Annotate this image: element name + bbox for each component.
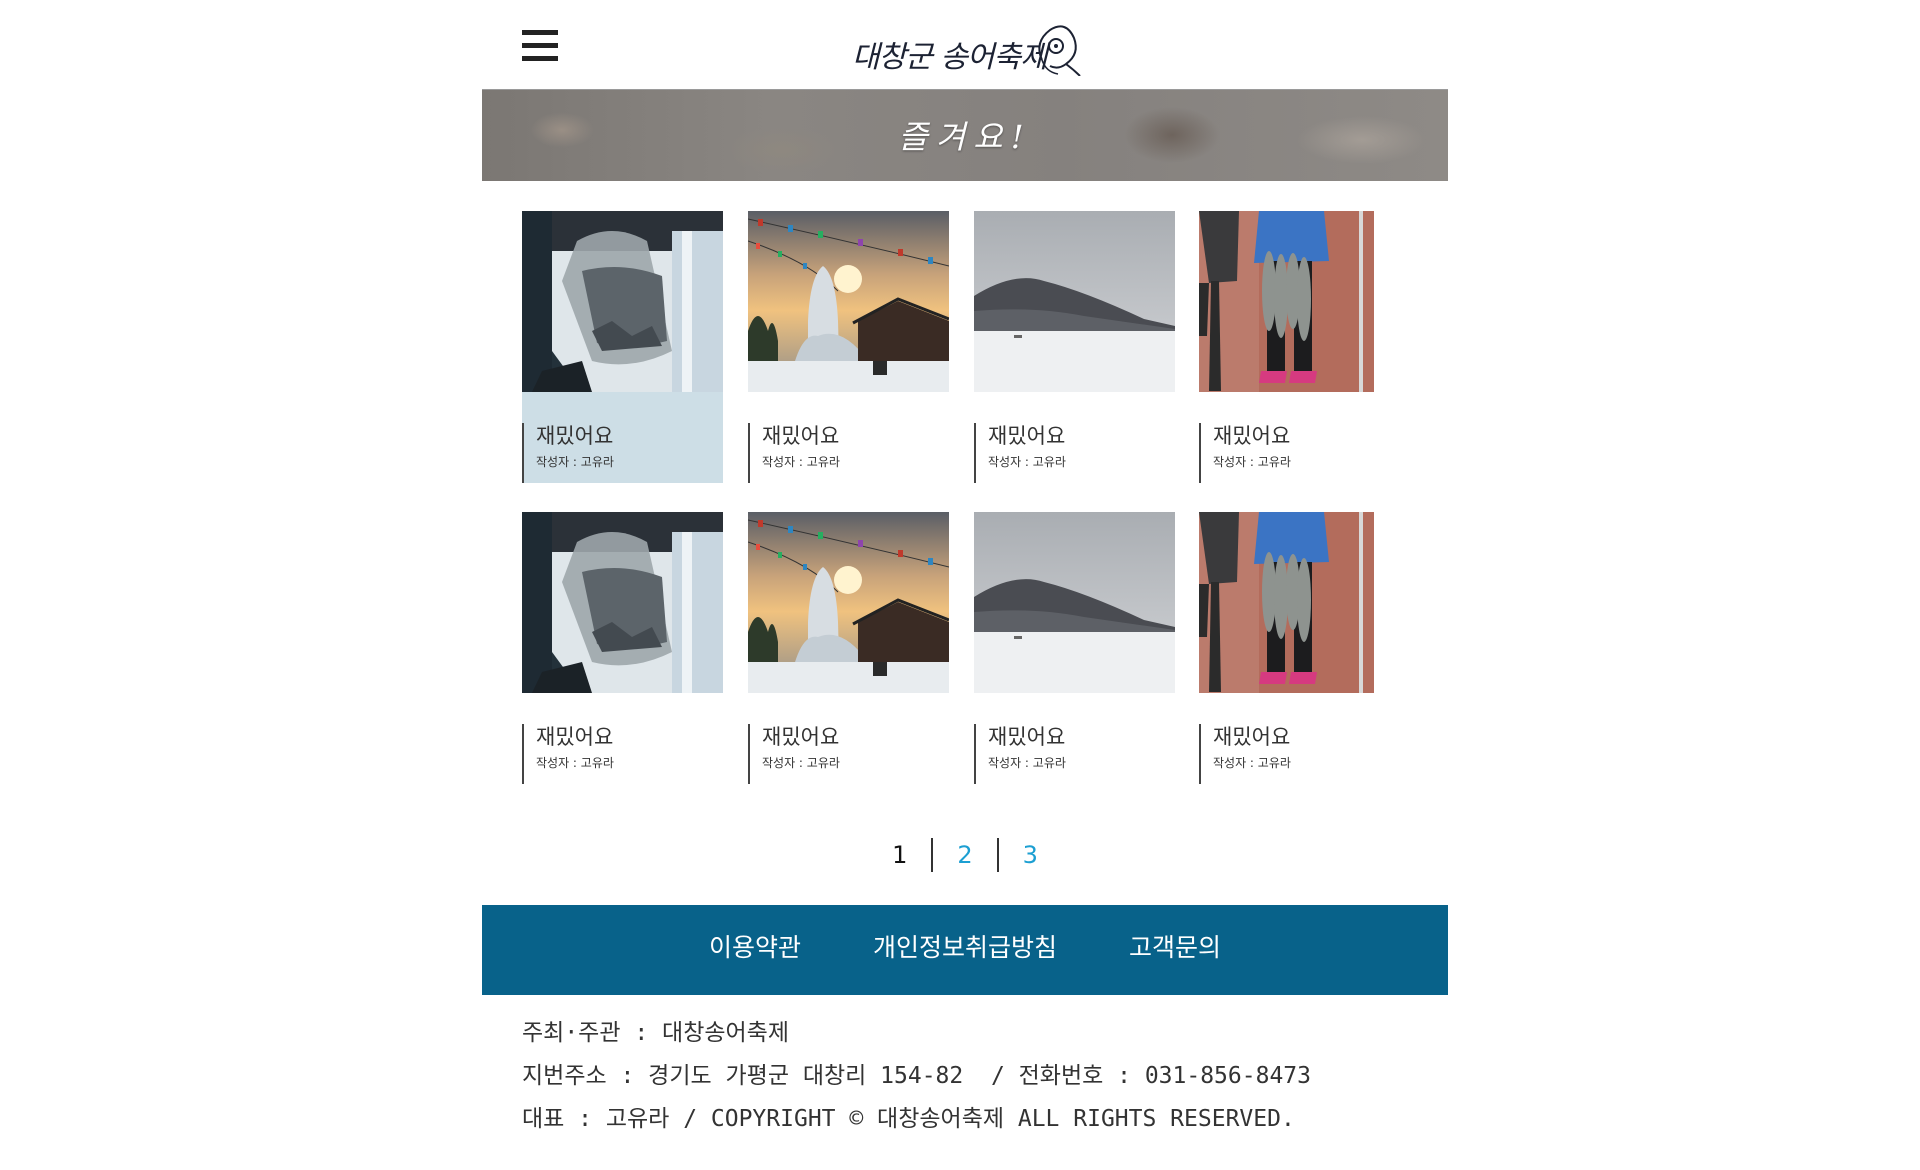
card-info: 재밌어요 작성자 : 고유라 (522, 423, 721, 483)
fish-catch-photo[interactable] (1199, 211, 1400, 392)
terms-link[interactable]: 이용약관 (709, 905, 801, 991)
card-author: 작성자 : 고유라 (1213, 756, 1291, 770)
footer-address-phone: 지번주소 : 경기도 가평군 대창리 154-82 / 전화번호 : 031-8… (522, 1063, 1311, 1089)
page-1-link[interactable]: 1 (868, 838, 931, 872)
footer-info: 주최·주관 : 대창송어축제 지번주소 : 경기도 가평군 대창리 154-82… (522, 1012, 1311, 1141)
card-info: 재밌어요 작성자 : 고유라 (748, 724, 947, 784)
card-author: 작성자 : 고유라 (762, 455, 840, 469)
bag-of-fish-photo[interactable] (522, 211, 723, 392)
gallery-card[interactable]: 재밌어요 작성자 : 고유라 (1199, 512, 1400, 784)
card-title[interactable]: 재밌어요 (536, 724, 721, 750)
gallery-card[interactable]: 재밌어요 작성자 : 고유라 (1199, 211, 1400, 483)
card-info: 재밌어요 작성자 : 고유라 (1199, 724, 1398, 784)
footer-nav: 이용약관 개인정보취급방침 고객문의 (482, 905, 1448, 995)
ice-sculpture-sunset-photo[interactable] (748, 211, 949, 392)
gallery-card[interactable]: 재밌어요 작성자 : 고유라 (522, 211, 723, 483)
card-info: 재밌어요 작성자 : 고유라 (974, 423, 1173, 483)
card-title[interactable]: 재밌어요 (988, 423, 1173, 449)
site-header: 대창군 송어축제 (482, 0, 1448, 90)
card-author: 작성자 : 고유라 (1213, 455, 1291, 469)
card-info: 재밌어요 작성자 : 고유라 (748, 423, 947, 483)
logo-text: 대창군 송어축제 (852, 40, 1048, 75)
fish-icon (1032, 20, 1082, 76)
card-author: 작성자 : 고유라 (988, 455, 1066, 469)
customer-inquiry-link[interactable]: 고객문의 (1129, 905, 1221, 991)
card-author: 작성자 : 고유라 (988, 756, 1066, 770)
frozen-lake-photo[interactable] (974, 211, 1175, 392)
footer-organizer: 주최·주관 : 대창송어축제 (522, 1020, 789, 1046)
card-info: 재밌어요 작성자 : 고유라 (974, 724, 1173, 784)
gallery-card[interactable]: 재밌어요 작성자 : 고유라 (974, 211, 1175, 483)
ice-sculpture-sunset-photo[interactable] (748, 512, 949, 693)
card-title[interactable]: 재밌어요 (762, 423, 947, 449)
footer-copyright: 대표 : 고유라 / COPYRIGHT © 대창송어축제 ALL RIGHTS… (522, 1106, 1295, 1132)
pagination: 123 (482, 838, 1448, 874)
gallery-grid: 재밌어요 작성자 : 고유라 재밌어요 작성자 : 고유라 재밌어요 작성자 :… (482, 181, 1448, 838)
banner-title: 즐겨요! (898, 118, 1032, 156)
privacy-policy-link[interactable]: 개인정보취급방침 (873, 905, 1057, 991)
card-title[interactable]: 재밌어요 (536, 423, 721, 449)
card-title[interactable]: 재밌어요 (988, 724, 1173, 750)
gallery-card[interactable]: 재밌어요 작성자 : 고유라 (748, 211, 949, 483)
fish-catch-photo[interactable] (1199, 512, 1400, 693)
page: 대창군 송어축제 즐겨요! 재밌어요 작성자 : 고유라 재밌어요 작성자 : … (482, 0, 1448, 1170)
bag-of-fish-photo[interactable] (522, 512, 723, 693)
gallery-card[interactable]: 재밌어요 작성자 : 고유라 (974, 512, 1175, 784)
card-info: 재밌어요 작성자 : 고유라 (522, 724, 721, 784)
card-author: 작성자 : 고유라 (536, 455, 614, 469)
frozen-lake-photo[interactable] (974, 512, 1175, 693)
card-title[interactable]: 재밌어요 (1213, 724, 1398, 750)
hamburger-menu-icon[interactable] (522, 30, 558, 62)
card-author: 작성자 : 고유라 (762, 756, 840, 770)
gallery-card[interactable]: 재밌어요 작성자 : 고유라 (522, 512, 723, 784)
card-author: 작성자 : 고유라 (536, 756, 614, 770)
page-2-link[interactable]: 2 (931, 838, 996, 872)
card-title[interactable]: 재밌어요 (762, 724, 947, 750)
section-banner: 즐겨요! (482, 90, 1448, 181)
site-logo[interactable]: 대창군 송어축제 (850, 14, 1082, 76)
card-title[interactable]: 재밌어요 (1213, 423, 1398, 449)
card-info: 재밌어요 작성자 : 고유라 (1199, 423, 1398, 483)
gallery-card[interactable]: 재밌어요 작성자 : 고유라 (748, 512, 949, 784)
page-3-link[interactable]: 3 (996, 838, 1062, 872)
